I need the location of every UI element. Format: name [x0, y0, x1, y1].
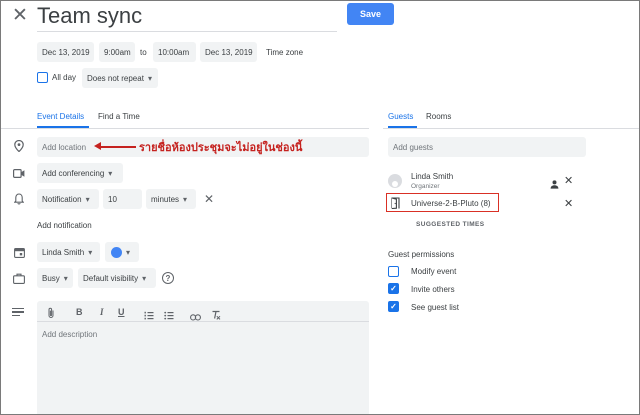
permissions-heading: Guest permissions: [388, 250, 455, 259]
remove-notification-icon[interactable]: ✕: [204, 192, 214, 206]
timezone-button[interactable]: Time zone: [266, 48, 303, 57]
italic-icon[interactable]: I: [100, 307, 104, 317]
conferencing-label: Add conferencing: [42, 168, 105, 178]
add-guests-placeholder: Add guests: [393, 142, 434, 152]
event-title-input[interactable]: Team sync: [37, 3, 142, 29]
all-day-label: All day: [52, 73, 77, 82]
remove-guest-icon[interactable]: ✕: [564, 174, 573, 187]
briefcase-icon: [12, 271, 26, 285]
start-date-text: Dec 13, 2019: [42, 47, 90, 57]
arrow-head-icon: [94, 142, 101, 150]
notification-type-value: Notification: [42, 194, 82, 204]
availability-dropdown[interactable]: Busy: [37, 268, 73, 288]
notification-type-dropdown[interactable]: Notification: [37, 189, 99, 209]
close-icon[interactable]: ✕: [12, 6, 28, 26]
notification-amount-input[interactable]: 10: [103, 189, 142, 209]
availability-value: Busy: [42, 273, 60, 283]
right-tabs-divider: [383, 128, 639, 129]
guest-name: Linda Smith: [411, 172, 454, 181]
repeat-dropdown[interactable]: Does not repeat: [82, 68, 158, 88]
bulleted-list-icon[interactable]: [164, 307, 174, 325]
help-icon[interactable]: ?: [162, 272, 174, 284]
underline-icon[interactable]: U: [118, 307, 125, 317]
description-editor[interactable]: [37, 301, 369, 414]
conferencing-dropdown[interactable]: Add conferencing: [37, 163, 123, 183]
notification-amount-value: 10: [108, 194, 117, 204]
start-date-field[interactable]: Dec 13, 2019: [37, 42, 94, 62]
see-guest-list-label: See guest list: [411, 303, 460, 312]
tabs-divider: [1, 128, 369, 129]
calendar-owner-value: Linda Smith: [42, 247, 85, 257]
notification-unit-dropdown[interactable]: minutes: [146, 189, 196, 209]
end-date-field[interactable]: Dec 13, 2019: [200, 42, 257, 62]
remove-room-icon[interactable]: ✕: [564, 197, 573, 210]
description-placeholder: Add description: [42, 330, 98, 339]
invite-others-checkbox[interactable]: ✓: [388, 283, 399, 294]
title-underline: [37, 31, 337, 32]
description-toolbar-divider: [37, 321, 369, 322]
all-day-checkbox[interactable]: [37, 72, 48, 83]
visibility-value: Default visibility: [83, 273, 139, 283]
arrow-shaft: [98, 146, 136, 148]
modify-event-label: Modify event: [411, 267, 457, 276]
description-lines-icon: [12, 308, 24, 317]
link-icon[interactable]: [190, 308, 201, 326]
visibility-dropdown[interactable]: Default visibility: [78, 268, 156, 288]
repeat-value: Does not repeat: [87, 73, 144, 83]
tab-find-a-time[interactable]: Find a Time: [98, 112, 140, 121]
event-editor-window: ✕ Team sync Save Dec 13, 2019 9:00am to …: [0, 0, 640, 415]
avatar: [388, 174, 402, 188]
tab-guests[interactable]: Guests: [388, 112, 413, 121]
save-button[interactable]: Save: [347, 3, 394, 25]
event-color-dot: [111, 246, 122, 258]
modify-event-checkbox[interactable]: [388, 266, 399, 277]
video-camera-icon: [12, 166, 26, 180]
annotation-text: รายชื่อห้องประชุมจะไม่อยู่ในช่องนี้: [139, 142, 303, 154]
clear-formatting-icon[interactable]: [211, 307, 221, 325]
calendar-icon: [12, 245, 26, 259]
invite-others-label: Invite others: [411, 285, 455, 294]
tab-rooms[interactable]: Rooms: [426, 112, 451, 121]
end-time-text: 10:00am: [158, 47, 190, 57]
attachment-icon[interactable]: [47, 307, 55, 321]
notification-unit-value: minutes: [151, 194, 180, 204]
add-guests-input[interactable]: Add guests: [388, 137, 586, 157]
start-time-text: 9:00am: [104, 47, 131, 57]
suggested-times-button[interactable]: SUGGESTED TIMES: [416, 221, 484, 228]
event-color-dropdown[interactable]: [105, 242, 139, 262]
tab-event-details[interactable]: Event Details: [37, 112, 84, 121]
numbered-list-icon[interactable]: [144, 307, 154, 325]
guest-role: Organizer: [411, 183, 440, 190]
start-time-field[interactable]: 9:00am: [99, 42, 135, 62]
person-icon[interactable]: [550, 176, 559, 194]
room-highlight-box: [386, 193, 499, 212]
location-pin-icon: [12, 139, 26, 153]
calendar-owner-dropdown[interactable]: Linda Smith: [37, 242, 100, 262]
end-time-field[interactable]: 10:00am: [153, 42, 196, 62]
location-placeholder: Add location: [42, 142, 87, 152]
add-notification-button[interactable]: Add notification: [37, 221, 92, 230]
bell-icon: [12, 192, 26, 206]
end-date-text: Dec 13, 2019: [205, 47, 253, 57]
see-guest-list-checkbox[interactable]: ✓: [388, 301, 399, 312]
bold-icon[interactable]: B: [76, 307, 83, 317]
to-label: to: [140, 48, 147, 57]
